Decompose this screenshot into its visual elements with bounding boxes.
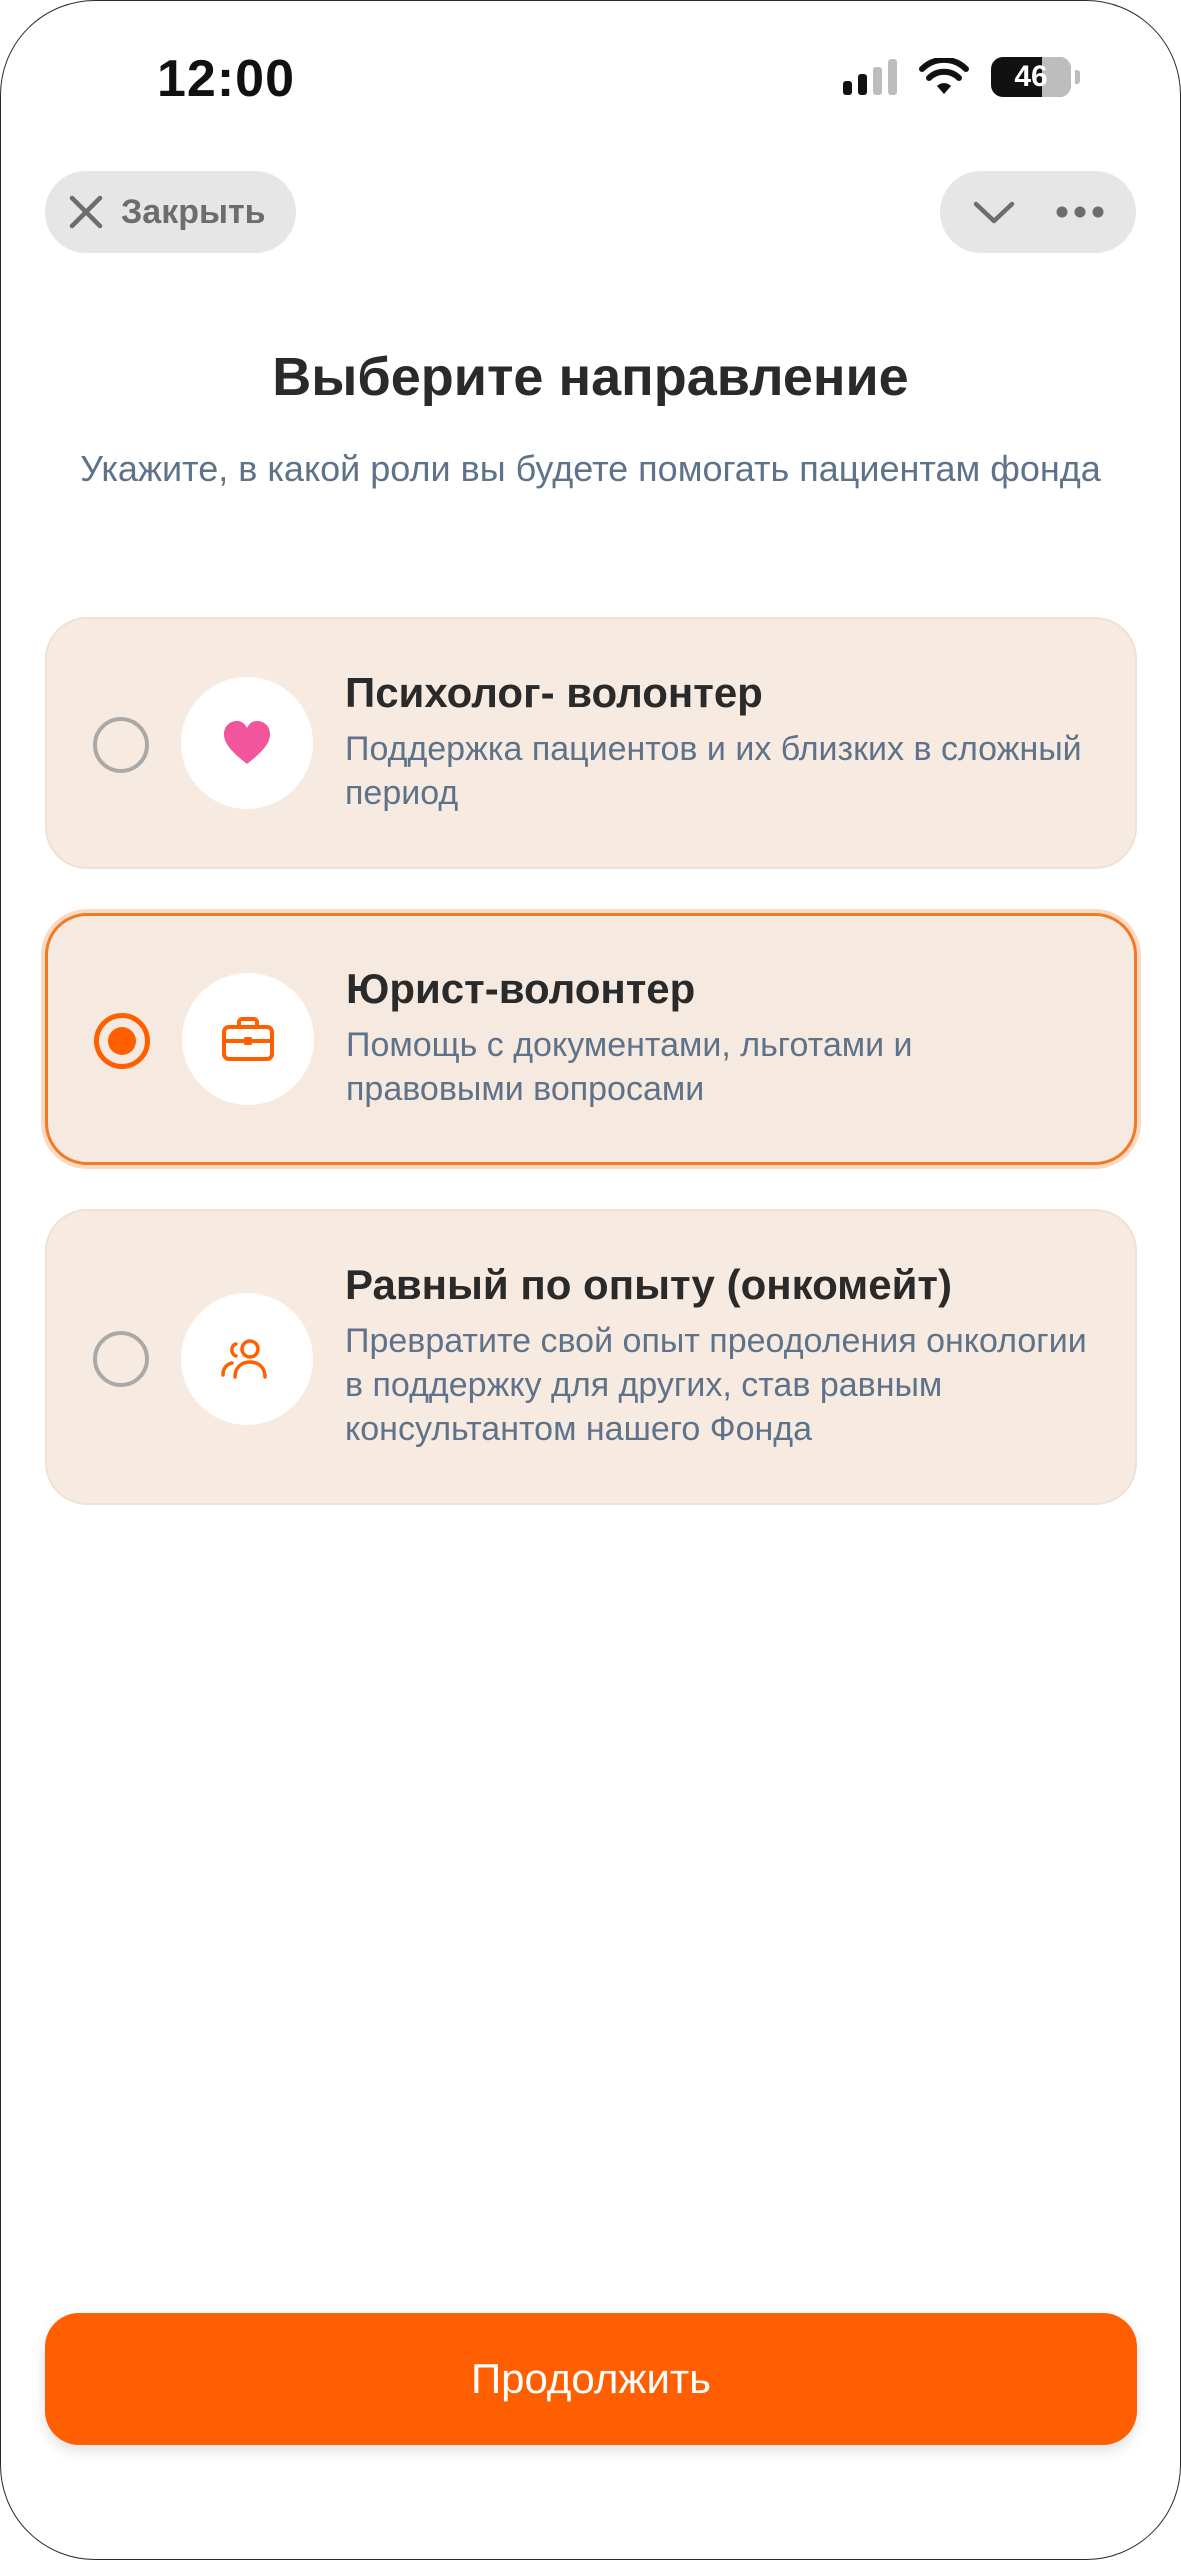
status-time: 12:00 [157,50,295,108]
option-title: Равный по опыту (онкомейт) [345,1261,952,1308]
radio-psychologist[interactable] [93,717,149,773]
chevron-down-icon[interactable] [971,197,1017,227]
more-dots-icon[interactable] [1055,205,1105,219]
briefcase-icon [222,1017,274,1061]
radio-lawyer[interactable] [94,1013,150,1069]
mini-app-menu [940,171,1136,253]
heart-icon [224,721,270,764]
option-title: Психолог- волонтер [345,669,763,716]
close-icon [69,195,103,229]
battery-level: 46 [1014,60,1048,93]
option-card-psychologist[interactable]: Психолог- волонтер Поддержка пациентов и… [45,617,1137,869]
icon-badge [182,973,314,1105]
option-description: Помощь с документами, льготами и правовы… [346,1026,913,1108]
continue-button[interactable]: Продолжить [45,2313,1137,2445]
users-icon [221,1339,267,1379]
option-title: Юрист-волонтер [346,965,696,1012]
close-button[interactable]: Закрыть [45,171,296,253]
cellular-signal-icon [843,59,897,95]
status-icons: 46 [843,57,1080,97]
option-text: Равный по опыту (онкомейт) Превратите св… [345,1261,1095,1451]
page-title: Выберите направление [272,347,909,407]
battery-tip [1075,70,1080,84]
option-description: Превратите свой опыт преодоления онколог… [345,1322,1087,1448]
radio-peer[interactable] [93,1331,149,1387]
close-label: Закрыть [121,192,266,231]
option-description: Поддержка пациентов и их близких в сложн… [345,730,1082,812]
option-card-lawyer[interactable]: Юрист-волонтер Помощь с документами, льг… [45,913,1137,1165]
icon-badge [181,1293,313,1425]
phone-screen: 12:00 46 Закрыть Выберите направление Ук… [0,0,1181,2560]
option-card-peer[interactable]: Равный по опыту (онкомейт) Превратите св… [45,1209,1137,1505]
battery-icon: 46 [991,57,1071,97]
icon-badge [181,677,313,809]
option-text: Юрист-волонтер Помощь с документами, льг… [346,965,1094,1111]
wifi-icon [919,58,969,94]
option-text: Психолог- волонтер Поддержка пациентов и… [345,669,1095,815]
page-subtitle: Укажите, в какой роли вы будете помогать… [80,448,1101,489]
